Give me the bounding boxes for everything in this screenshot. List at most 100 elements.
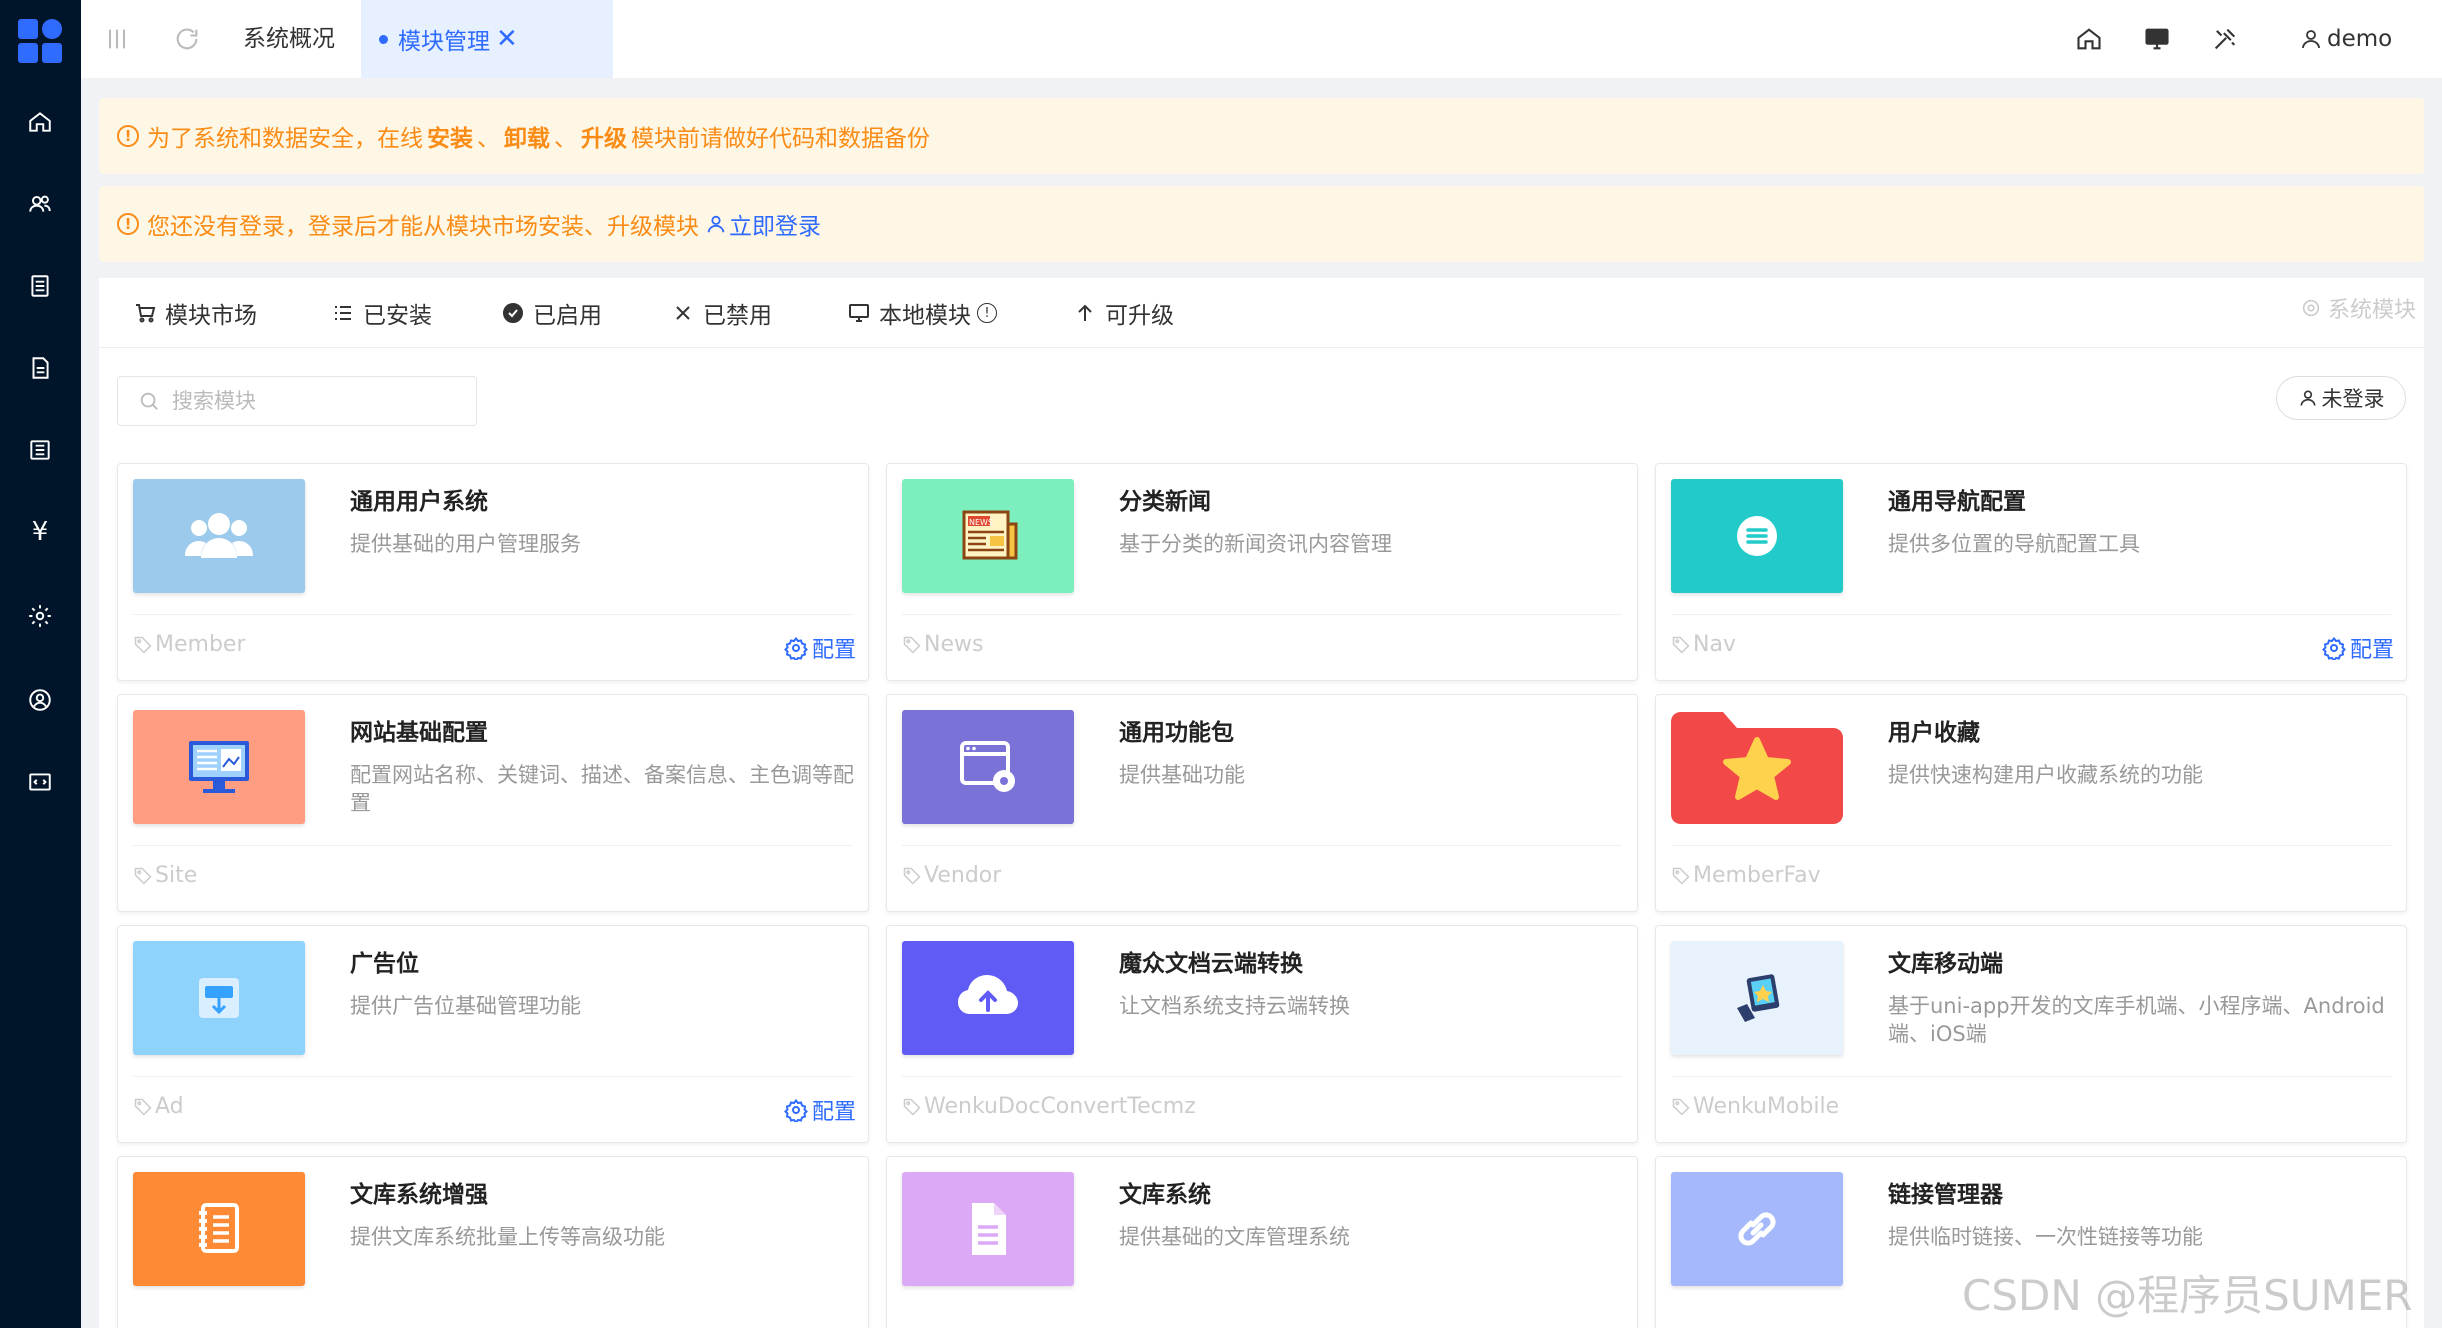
user-circle-icon[interactable]	[22, 682, 58, 718]
tab-enabled[interactable]: 已启用	[501, 278, 602, 348]
tab-disabled-label: 已禁用	[703, 303, 772, 329]
user-menu[interactable]: demo	[2299, 0, 2392, 78]
module-thumbnail[interactable]	[133, 479, 305, 593]
list-book-icon[interactable]	[22, 268, 58, 304]
code-window-icon[interactable]	[22, 764, 58, 800]
card-divider	[902, 614, 1622, 615]
users-icon	[179, 496, 259, 576]
module-title[interactable]: 用户收藏	[1888, 713, 1980, 747]
gear-icon	[2302, 299, 2320, 317]
svg-text:NEWS: NEWS	[969, 518, 993, 527]
yen-icon[interactable]: ¥	[22, 514, 58, 550]
module-card[interactable]: 文库移动端 基于uni-app开发的文库手机端、小程序端、Android端、iOS…	[1655, 925, 2407, 1143]
tab-market-label: 模块市场	[165, 303, 257, 329]
module-card[interactable]: 通用功能包 提供基础功能 Vendor	[886, 694, 1638, 912]
module-card[interactable]: 文库系统增强 提供文库系统批量上传等高级功能	[117, 1156, 869, 1328]
card-divider	[133, 1076, 853, 1077]
app-logo[interactable]	[18, 19, 62, 63]
module-card[interactable]: 广告位 提供广告位基础管理功能 Ad 配置	[117, 925, 869, 1143]
cloud-upload-icon	[948, 958, 1028, 1038]
monitor-icon[interactable]	[2139, 21, 2175, 57]
list-icon	[335, 306, 351, 320]
module-title[interactable]: 魔众文档云端转换	[1119, 944, 1303, 978]
module-title[interactable]: 通用导航配置	[1888, 482, 2026, 516]
module-tag: Vendor	[902, 863, 1001, 888]
notice-upgrade: 升级	[581, 126, 627, 152]
config-label: 配置	[811, 1100, 856, 1125]
system-modules-link[interactable]: 系统模块	[2300, 278, 2416, 338]
module-description: 提供快速构建用户收藏系统的功能	[1888, 763, 2203, 787]
security-notice: ! 为了系统和数据安全，在线 安装、卸载、升级 模块前请做好代码和数据备份	[99, 98, 2424, 174]
user-icon	[2302, 30, 2320, 49]
module-thumbnail[interactable]	[133, 941, 305, 1055]
module-thumbnail[interactable]	[1671, 479, 1843, 593]
module-tag: Nav	[1671, 632, 1736, 657]
module-thumbnail[interactable]	[902, 1172, 1074, 1286]
module-thumbnail[interactable]	[1671, 1172, 1843, 1286]
tab-module-management[interactable]: 模块管理 ✕	[361, 0, 613, 78]
gear-icon[interactable]	[22, 598, 58, 634]
tab-upgradable-label: 可升级	[1105, 303, 1174, 329]
close-icon[interactable]: ✕	[496, 24, 518, 54]
module-thumbnail[interactable]: NEWS	[902, 479, 1074, 593]
module-thumbnail[interactable]	[133, 1172, 305, 1286]
module-card[interactable]: 文库系统 提供基础的文库管理系统	[886, 1156, 1638, 1328]
table-list-icon[interactable]	[22, 432, 58, 468]
tab-disabled[interactable]: 已禁用	[671, 278, 772, 348]
module-card[interactable]: 魔众文档云端转换 让文档系统支持云端转换 WenkuDocConvertTecmz	[886, 925, 1638, 1143]
module-thumbnail[interactable]	[902, 941, 1074, 1055]
module-title[interactable]: 网站基础配置	[350, 713, 488, 747]
module-tag-label: WenkuDocConvertTecmz	[924, 1094, 1196, 1119]
tag-icon	[134, 1098, 152, 1116]
module-title[interactable]: 广告位	[350, 944, 419, 978]
refresh-icon[interactable]	[169, 21, 205, 57]
module-card[interactable]: 用户收藏 提供快速构建用户收藏系统的功能 MemberFav	[1655, 694, 2407, 912]
login-notice: ! 您还没有登录，登录后才能从模块市场安装、升级模块 立即登录	[99, 186, 2424, 262]
login-status-button[interactable]: 未登录	[2276, 376, 2406, 420]
tab-upgradable[interactable]: 可升级	[1073, 278, 1174, 348]
module-description: 配置网站名称、关键词、描述、备案信息、主色调等配置	[350, 763, 854, 815]
info-icon[interactable]: !	[977, 303, 997, 323]
config-button[interactable]: 配置	[784, 1094, 856, 1126]
tools-icon[interactable]	[2207, 21, 2243, 57]
tab-installed[interactable]: 已安装	[331, 278, 432, 348]
module-description: 提供基础的用户管理服务	[350, 532, 581, 556]
login-link[interactable]: 立即登录	[705, 207, 821, 241]
module-thumbnail[interactable]	[133, 710, 305, 824]
monitor-icon	[179, 727, 259, 807]
gear-icon	[784, 636, 808, 660]
module-card[interactable]: 通用用户系统 提供基础的用户管理服务 Member 配置	[117, 463, 869, 681]
active-dot	[379, 34, 388, 44]
users-icon[interactable]	[22, 186, 58, 222]
topbar: 系统概况 模块管理 ✕ demo	[81, 0, 2442, 78]
module-title[interactable]: 通用功能包	[1119, 713, 1234, 747]
module-description: 提供多位置的导航配置工具	[1888, 532, 2140, 556]
document-icon[interactable]	[22, 350, 58, 386]
home-icon[interactable]	[2071, 21, 2107, 57]
module-title[interactable]: 链接管理器	[1888, 1175, 2003, 1209]
module-title[interactable]: 文库移动端	[1888, 944, 2003, 978]
home-icon[interactable]	[22, 104, 58, 140]
module-title[interactable]: 文库系统增强	[350, 1175, 488, 1209]
config-button[interactable]: 配置	[784, 632, 856, 664]
menu-toggle-icon[interactable]	[99, 21, 135, 57]
module-thumbnail[interactable]	[1671, 941, 1843, 1055]
tag-icon	[903, 867, 921, 885]
module-tag: Ad	[133, 1094, 184, 1119]
module-card[interactable]: NEWS 分类新闻 基于分类的新闻资讯内容管理 News	[886, 463, 1638, 681]
module-card[interactable]: 网站基础配置 配置网站名称、关键词、描述、备案信息、主色调等配置 Site	[117, 694, 869, 912]
card-divider	[902, 1076, 1622, 1077]
module-title[interactable]: 通用用户系统	[350, 482, 488, 516]
config-button[interactable]: 配置	[2322, 632, 2394, 664]
module-card[interactable]: 通用导航配置提供多位置的导航配置工具 Nav 配置	[1655, 463, 2407, 681]
tab-local[interactable]: 本地模块!	[847, 278, 997, 348]
search-input[interactable]	[172, 389, 452, 413]
module-title[interactable]: 文库系统	[1119, 1175, 1211, 1209]
module-title[interactable]: 分类新闻	[1119, 482, 1211, 516]
tab-overview[interactable]: 系统概况	[243, 0, 335, 78]
module-thumbnail[interactable]	[902, 710, 1074, 824]
tab-market[interactable]: 模块市场	[133, 278, 257, 348]
tag-icon	[903, 636, 921, 654]
module-thumbnail[interactable]	[1671, 710, 1843, 824]
notice-separator: 、	[554, 126, 577, 152]
